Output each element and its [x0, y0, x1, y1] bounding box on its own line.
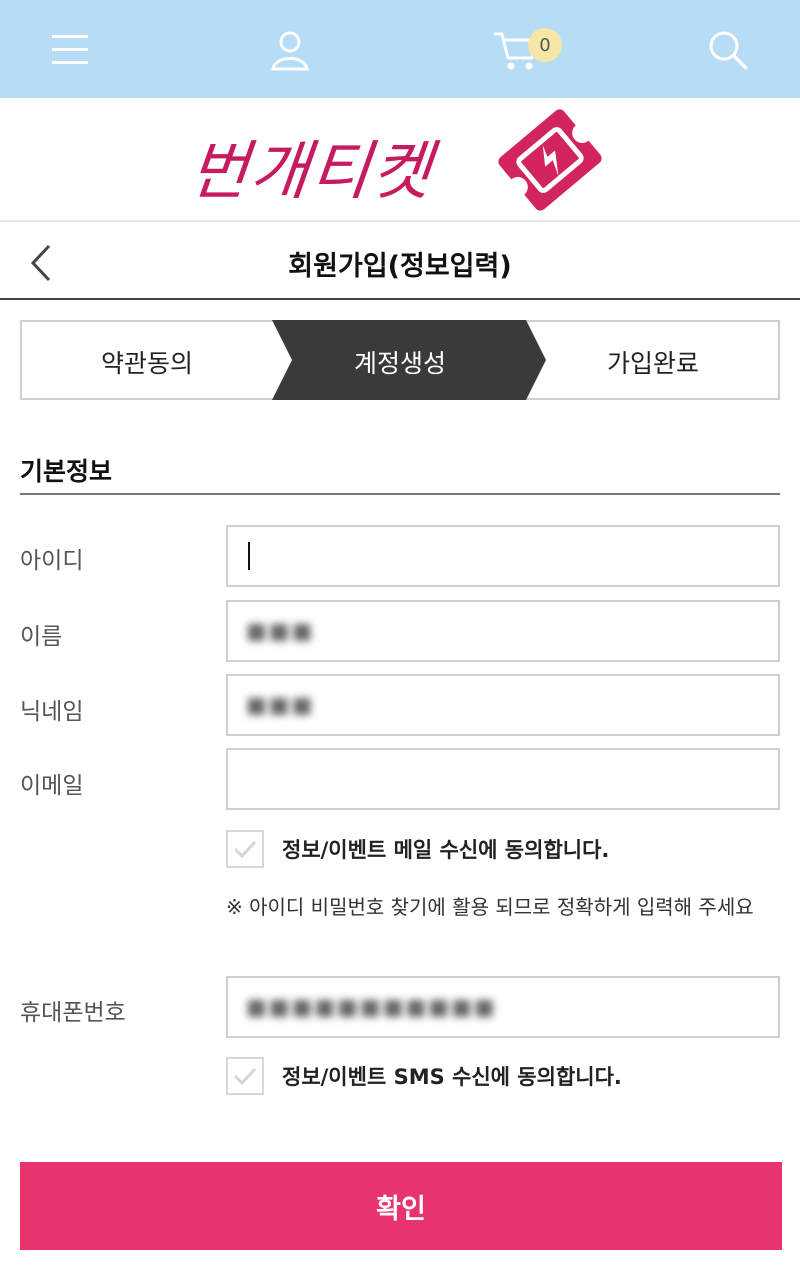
search-icon [709, 31, 748, 70]
section-divider [20, 493, 780, 495]
name-input[interactable]: ■■■ [226, 600, 780, 662]
email-consent-row: 정보/이벤트 메일 수신에 동의합니다. [226, 829, 609, 869]
checkmark-icon [233, 1067, 257, 1086]
email-input[interactable] [226, 748, 780, 810]
account-button[interactable] [262, 22, 318, 78]
step-complete: 가입완료 [606, 349, 699, 378]
page-header: 회원가입(정보입력) [0, 224, 800, 300]
phone-label: 휴대폰번호 [20, 1000, 126, 1026]
ticket-logo-icon [498, 109, 602, 211]
sms-consent-row: 정보/이벤트 SMS 수신에 동의합니다. [226, 1056, 622, 1096]
name-label: 이름 [20, 624, 63, 650]
id-input[interactable] [226, 525, 780, 587]
email-label: 이메일 [20, 773, 84, 799]
checkmark-icon [233, 840, 257, 859]
id-label: 아이디 [20, 548, 84, 574]
email-consent-checkbox[interactable] [226, 830, 264, 868]
search-button[interactable] [700, 22, 756, 78]
email-consent-label[interactable]: 정보/이벤트 메일 수신에 동의합니다. [282, 834, 609, 864]
nickname-input[interactable]: ■■■ [226, 674, 780, 736]
step-account-creation: 계정생성 [353, 349, 446, 378]
confirm-button[interactable]: 확인 [20, 1162, 782, 1250]
sms-consent-label[interactable]: 정보/이벤트 SMS 수신에 동의합니다. [282, 1061, 622, 1091]
logo-band: 번개티켓 [0, 98, 800, 222]
top-nav-bar: 0 [0, 0, 800, 98]
brand-logo-text[interactable]: 번개티켓 [185, 120, 438, 212]
text-cursor [248, 542, 250, 570]
menu-button[interactable] [42, 22, 98, 78]
nickname-input-value: ■■■ [246, 692, 315, 718]
signup-steps: 약관동의 계정생성 가입완료 [20, 320, 780, 400]
sms-consent-checkbox[interactable] [226, 1057, 264, 1095]
page-title: 회원가입(정보입력) [288, 251, 512, 282]
id-password-notice: ※ 아이디 비밀번호 찾기에 활용 되므로 정확하게 입력해 주세요 [226, 895, 754, 919]
nickname-label: 닉네임 [20, 699, 84, 725]
section-title-basic-info: 기본정보 [20, 457, 113, 486]
phone-input[interactable]: ■■■■■■■■■■■ [226, 976, 780, 1038]
cart-count-badge: 0 [528, 28, 562, 62]
step-agreement: 약관동의 [100, 349, 193, 378]
user-icon [271, 31, 309, 71]
menu-icon [52, 35, 88, 64]
phone-input-value: ■■■■■■■■■■■ [246, 994, 497, 1020]
name-input-value: ■■■ [246, 618, 315, 644]
